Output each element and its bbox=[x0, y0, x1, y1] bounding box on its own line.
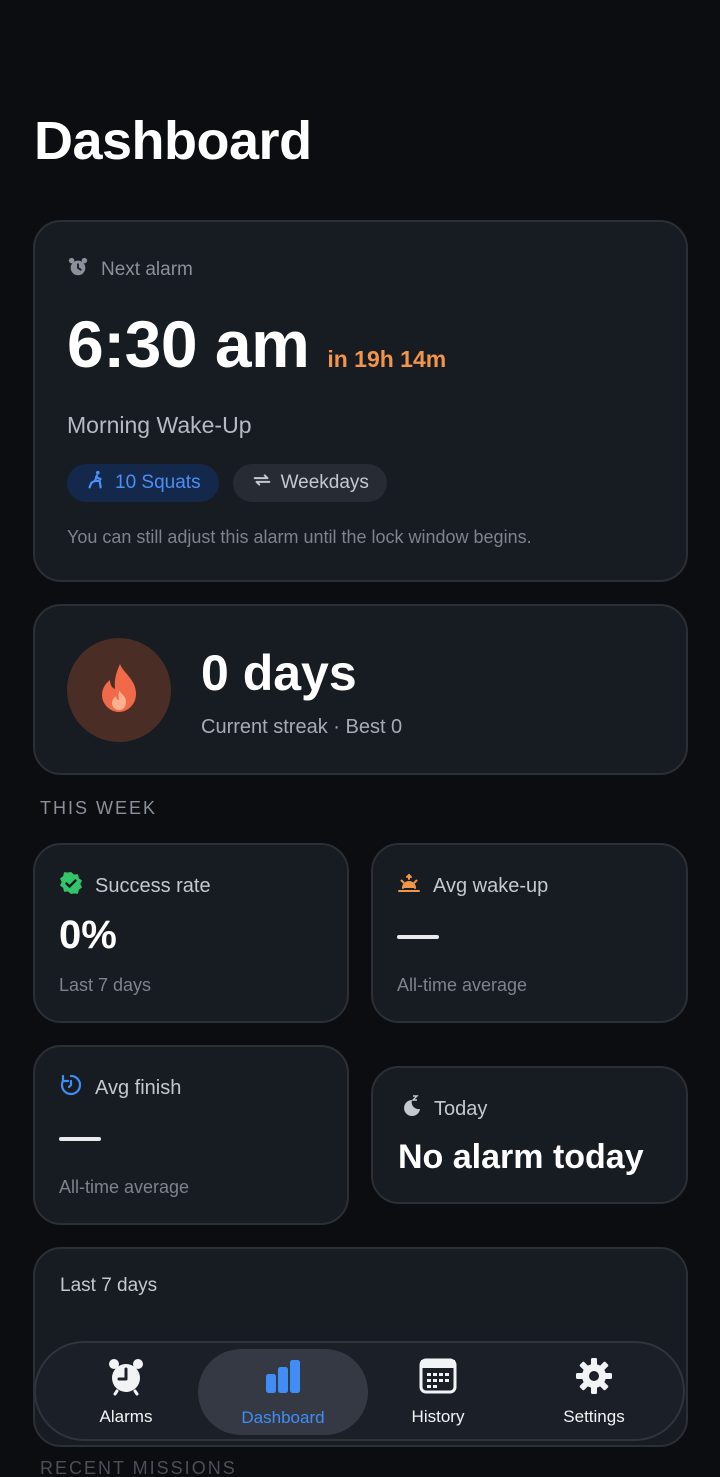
next-alarm-card[interactable]: Next alarm 6:30 am in 19h 14m Morning Wa… bbox=[33, 220, 688, 582]
alarm-clock-icon bbox=[106, 1356, 146, 1401]
avg-finish-value bbox=[59, 1137, 101, 1141]
avg-wakeup-label: Avg wake-up bbox=[433, 874, 549, 897]
alarm-clock-icon bbox=[67, 256, 89, 284]
mission-chip: 10 Squats bbox=[67, 464, 219, 502]
nav-alarms[interactable]: Alarms bbox=[76, 1343, 176, 1439]
nav-alarms-label: Alarms bbox=[99, 1406, 153, 1426]
alarm-name: Morning Wake-Up bbox=[67, 412, 252, 438]
gear-icon bbox=[574, 1356, 614, 1401]
repeat-icon bbox=[251, 469, 273, 497]
avg-wakeup-value bbox=[397, 935, 439, 939]
calendar-icon bbox=[418, 1356, 458, 1401]
alarm-time-row: 6:30 am in 19h 14m bbox=[67, 306, 446, 382]
nav-settings-label: Settings bbox=[563, 1406, 625, 1426]
adjust-note: You can still adjust this alarm until th… bbox=[67, 527, 532, 547]
squat-icon bbox=[85, 469, 107, 497]
nav-dashboard[interactable]: Dashboard bbox=[198, 1349, 368, 1435]
last7-label: Last 7 days bbox=[60, 1275, 158, 1296]
moon-sleep-icon bbox=[398, 1094, 422, 1124]
section-label-recent-missions: RECENT MISSIONS bbox=[40, 1458, 237, 1477]
mission-chip-label: 10 Squats bbox=[115, 472, 201, 493]
repeat-chip-label: Weekdays bbox=[280, 472, 369, 493]
alarm-chips: 10 Squats Weekdays bbox=[67, 464, 387, 502]
nav-history[interactable]: History bbox=[386, 1343, 490, 1439]
today-value: No alarm today bbox=[398, 1138, 644, 1176]
streak-subtitle: Current streak · Best 0 bbox=[201, 716, 403, 738]
success-rate-sub: Last 7 days bbox=[59, 975, 152, 995]
flame-badge bbox=[67, 638, 171, 742]
repeat-chip: Weekdays bbox=[232, 464, 387, 502]
nav-dashboard-label: Dashboard bbox=[241, 1407, 325, 1427]
success-rate-label: Success rate bbox=[95, 874, 211, 897]
nav-settings[interactable]: Settings bbox=[544, 1343, 644, 1439]
avg-finish-header: Avg finish bbox=[59, 1073, 181, 1103]
avg-finish-card: Avg finish All-time average bbox=[33, 1045, 349, 1225]
today-header: Today bbox=[398, 1094, 487, 1124]
nav-history-label: History bbox=[411, 1406, 465, 1426]
bottom-nav: Alarms Dashboard History Settings bbox=[34, 1341, 685, 1441]
success-rate-header: Success rate bbox=[59, 871, 211, 901]
today-label: Today bbox=[434, 1097, 488, 1120]
alarm-countdown: in 19h 14m bbox=[327, 346, 447, 372]
next-alarm-label: Next alarm bbox=[101, 259, 193, 280]
dashboard-screen: Dashboard Next alarm 6:30 am in 19h 14m … bbox=[0, 0, 720, 1477]
verified-check-icon bbox=[59, 871, 83, 901]
sunrise-icon bbox=[397, 871, 421, 901]
success-rate-card: Success rate 0% Last 7 days bbox=[33, 843, 349, 1023]
avg-wakeup-sub: All-time average bbox=[397, 975, 528, 995]
flame-icon bbox=[96, 662, 142, 719]
section-label-this-week: THIS WEEK bbox=[40, 798, 158, 818]
success-rate-value: 0% bbox=[59, 913, 117, 957]
alarm-time: 6:30 am bbox=[67, 307, 310, 381]
page-title: Dashboard bbox=[34, 111, 312, 171]
timer-icon bbox=[59, 1073, 83, 1103]
avg-wakeup-header: Avg wake-up bbox=[397, 871, 548, 901]
next-alarm-header: Next alarm bbox=[67, 256, 193, 284]
streak-value: 0 days bbox=[201, 645, 357, 701]
avg-finish-sub: All-time average bbox=[59, 1177, 190, 1197]
bar-chart-icon bbox=[263, 1357, 303, 1402]
avg-finish-label: Avg finish bbox=[95, 1076, 182, 1099]
streak-card: 0 days Current streak · Best 0 bbox=[33, 604, 688, 775]
today-card: Today No alarm today bbox=[371, 1066, 688, 1204]
avg-wakeup-card: Avg wake-up All-time average bbox=[371, 843, 688, 1023]
